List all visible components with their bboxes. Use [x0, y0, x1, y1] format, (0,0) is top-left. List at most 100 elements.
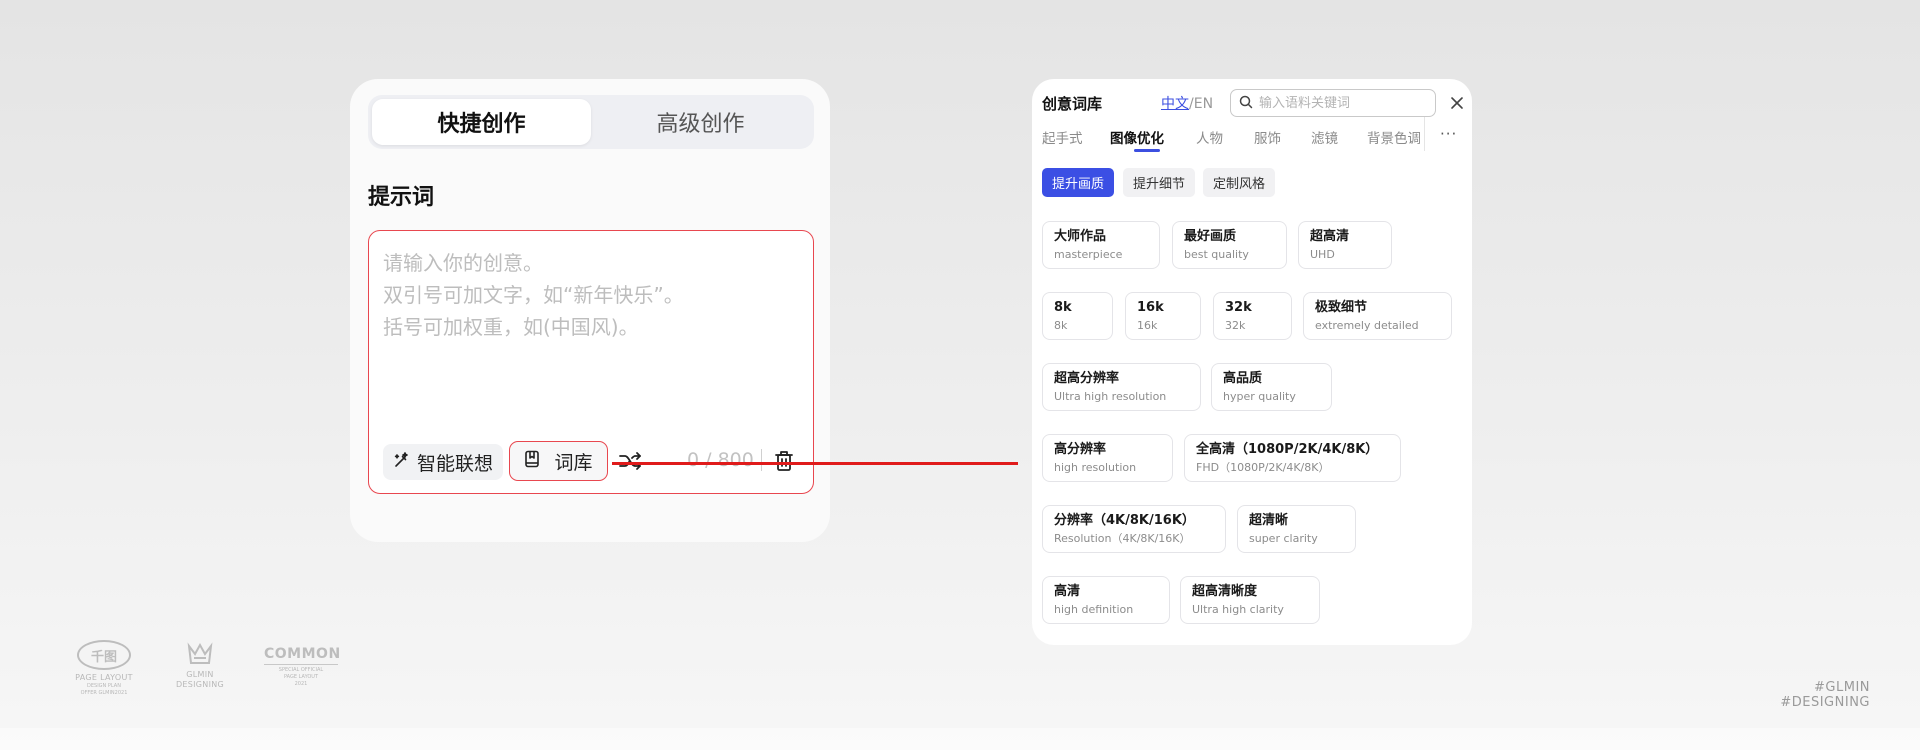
term-chip[interactable]: 超清晰 super clarity: [1237, 505, 1356, 553]
term-zh: 超清晰: [1249, 513, 1289, 528]
hashtag-line: #GLMIN: [1814, 680, 1870, 695]
tab-quick-create[interactable]: 快捷创作: [372, 99, 591, 145]
term-en: Resolution（4K/8K/16K）: [1054, 532, 1191, 545]
logo-subtitle: DESIGN PLAN: [87, 683, 121, 689]
trash-icon[interactable]: [773, 449, 795, 473]
page-layout-logo: 千图 PAGE LAYOUT DESIGN PLAN OFFER GLMIN20…: [72, 640, 136, 697]
subtab-custom-style[interactable]: 定制风格: [1203, 168, 1276, 197]
smart-association-button[interactable]: 智能联想: [383, 444, 504, 480]
term-chip[interactable]: 超高分辨率 Ultra high resolution: [1042, 363, 1201, 411]
placeholder-line: 括号可加权重，如(中国风)。: [383, 315, 639, 339]
tab-category[interactable]: 滤镜: [1311, 127, 1338, 147]
term-zh: 极致细节: [1315, 300, 1368, 315]
active-tab-indicator: [1134, 149, 1160, 152]
term-chip[interactable]: 高分辨率 high resolution: [1042, 434, 1173, 482]
tab-category-active[interactable]: 图像优化: [1110, 127, 1164, 147]
mode-switch: 快捷创作 高级创作: [368, 95, 814, 149]
smart-association-label: 智能联想: [417, 452, 494, 475]
term-chip[interactable]: 高品质 hyper quality: [1211, 363, 1332, 411]
connector-line: [612, 462, 1018, 465]
tab-advanced-create[interactable]: 高级创作: [591, 99, 810, 145]
common-logo: COMMON SPECIAL OFFICIAL PAGE LAYOUT 2021: [264, 646, 341, 688]
word-library-label: 词库: [554, 451, 593, 474]
search-box: [1230, 89, 1436, 117]
tab-category[interactable]: 背景色调: [1367, 127, 1421, 147]
term-zh: 高品质: [1223, 371, 1263, 386]
prompt-placeholder: 请输入你的创意。 双引号可加文字，如“新年快乐”。 括号可加权重，如(中国风)。: [383, 247, 684, 343]
divider: [761, 449, 762, 471]
term-zh: 全高清（1080P/2K/4K/8K）: [1196, 442, 1379, 457]
term-en: 16k: [1137, 319, 1158, 332]
logo-title: PAGE LAYOUT: [75, 673, 133, 682]
more-icon[interactable]: ···: [1440, 125, 1457, 143]
prompt-textarea[interactable]: 请输入你的创意。 双引号可加文字，如“新年快乐”。 括号可加权重，如(中国风)。…: [368, 230, 814, 494]
subtab-improve-detail[interactable]: 提升细节: [1123, 168, 1196, 197]
term-en: super clarity: [1249, 532, 1318, 545]
logo-mark: 千图: [77, 640, 131, 670]
term-en: high definition: [1054, 603, 1134, 616]
page-background: [0, 0, 1920, 728]
term-chip[interactable]: 最好画质 best quality: [1172, 221, 1287, 269]
term-chip[interactable]: 极致细节 extremely detailed: [1303, 292, 1452, 340]
term-zh: 超高清: [1310, 229, 1350, 244]
tab-category[interactable]: 服饰: [1254, 127, 1281, 147]
term-chip[interactable]: 8k 8k: [1042, 292, 1113, 340]
term-chip[interactable]: 32k 32k: [1213, 292, 1292, 340]
term-zh: 分辨率（4K/8K/16K）: [1054, 513, 1195, 528]
term-zh: 超高清晰度: [1192, 584, 1258, 599]
term-zh: 高清: [1054, 584, 1081, 599]
category-tabs: 起手式 图像优化 人物 服饰 滤镜 背景色调: [1042, 127, 1472, 157]
search-icon: [1239, 94, 1253, 113]
term-zh: 超高分辨率: [1054, 371, 1120, 386]
logo-subtitle: SPECIAL OFFICIAL: [264, 664, 338, 674]
close-icon[interactable]: [1450, 95, 1464, 109]
logo-title: DESIGNING: [175, 680, 225, 689]
crown-icon: [186, 642, 214, 666]
glmin-logo: GLMIN DESIGNING: [174, 642, 226, 690]
shuffle-icon[interactable]: [617, 448, 643, 474]
term-en: hyper quality: [1223, 390, 1296, 403]
tab-category[interactable]: 起手式: [1042, 127, 1083, 147]
logo-title: COMMON: [264, 646, 341, 662]
book-icon: [524, 450, 540, 473]
term-en: masterpiece: [1054, 248, 1123, 261]
lang-en-link[interactable]: EN: [1194, 96, 1213, 112]
term-chip[interactable]: 16k 16k: [1125, 292, 1201, 340]
term-zh: 16k: [1137, 300, 1164, 315]
term-en: 8k: [1054, 319, 1068, 332]
prompt-title: 提示词: [368, 185, 435, 210]
term-chip[interactable]: 分辨率（4K/8K/16K） Resolution（4K/8K/16K）: [1042, 505, 1226, 553]
term-zh: 最好画质: [1184, 229, 1237, 244]
term-en: UHD: [1310, 248, 1335, 261]
lang-zh-link[interactable]: 中文: [1161, 96, 1189, 112]
term-en: high resolution: [1054, 461, 1137, 474]
tab-category[interactable]: 人物: [1196, 127, 1223, 147]
term-zh: 高分辨率: [1054, 442, 1107, 457]
term-chip[interactable]: 大师作品 masterpiece: [1042, 221, 1160, 269]
hashtag-line: #DESIGNING: [1780, 695, 1870, 710]
panel-title: 创意词库: [1042, 95, 1103, 113]
logo-subtitle: PAGE LAYOUT: [283, 674, 318, 680]
placeholder-line: 请输入你的创意。: [383, 251, 543, 275]
term-en: Ultra high resolution: [1054, 390, 1167, 403]
search-input[interactable]: [1259, 95, 1429, 111]
logo-title: GLMIN: [186, 670, 214, 679]
quick-create-card: 快捷创作 高级创作 提示词 请输入你的创意。 双引号可加文字，如“新年快乐”。 …: [350, 79, 830, 542]
logo-subtitle: OFFER GLMIN2021: [80, 690, 128, 696]
term-chip[interactable]: 超高清 UHD: [1298, 221, 1392, 269]
hashtag-label: #GLMIN #DESIGNING: [1780, 680, 1870, 710]
term-chip[interactable]: 高清 high definition: [1042, 576, 1170, 624]
term-en: 32k: [1225, 319, 1246, 332]
term-en: extremely detailed: [1315, 319, 1419, 332]
term-chip[interactable]: 超高清晰度 Ultra high clarity: [1180, 576, 1320, 624]
subtab-improve-quality[interactable]: 提升画质: [1042, 168, 1115, 197]
term-en: best quality: [1184, 248, 1249, 261]
term-zh: 大师作品: [1054, 229, 1107, 244]
logo-subtitle: 2021: [294, 681, 308, 687]
language-switch: 中文/EN: [1161, 93, 1213, 113]
word-library-button[interactable]: 词库: [509, 441, 608, 481]
term-chip[interactable]: 全高清（1080P/2K/4K/8K） FHD（1080P/2K/4K/8K）: [1184, 434, 1401, 482]
magic-wand-icon: [393, 451, 411, 474]
word-library-panel: 创意词库 中文/EN 起手式 图像优化 人物 服饰 滤镜 背景色调 ··· 提升…: [1032, 79, 1472, 645]
term-zh: 32k: [1225, 300, 1252, 315]
